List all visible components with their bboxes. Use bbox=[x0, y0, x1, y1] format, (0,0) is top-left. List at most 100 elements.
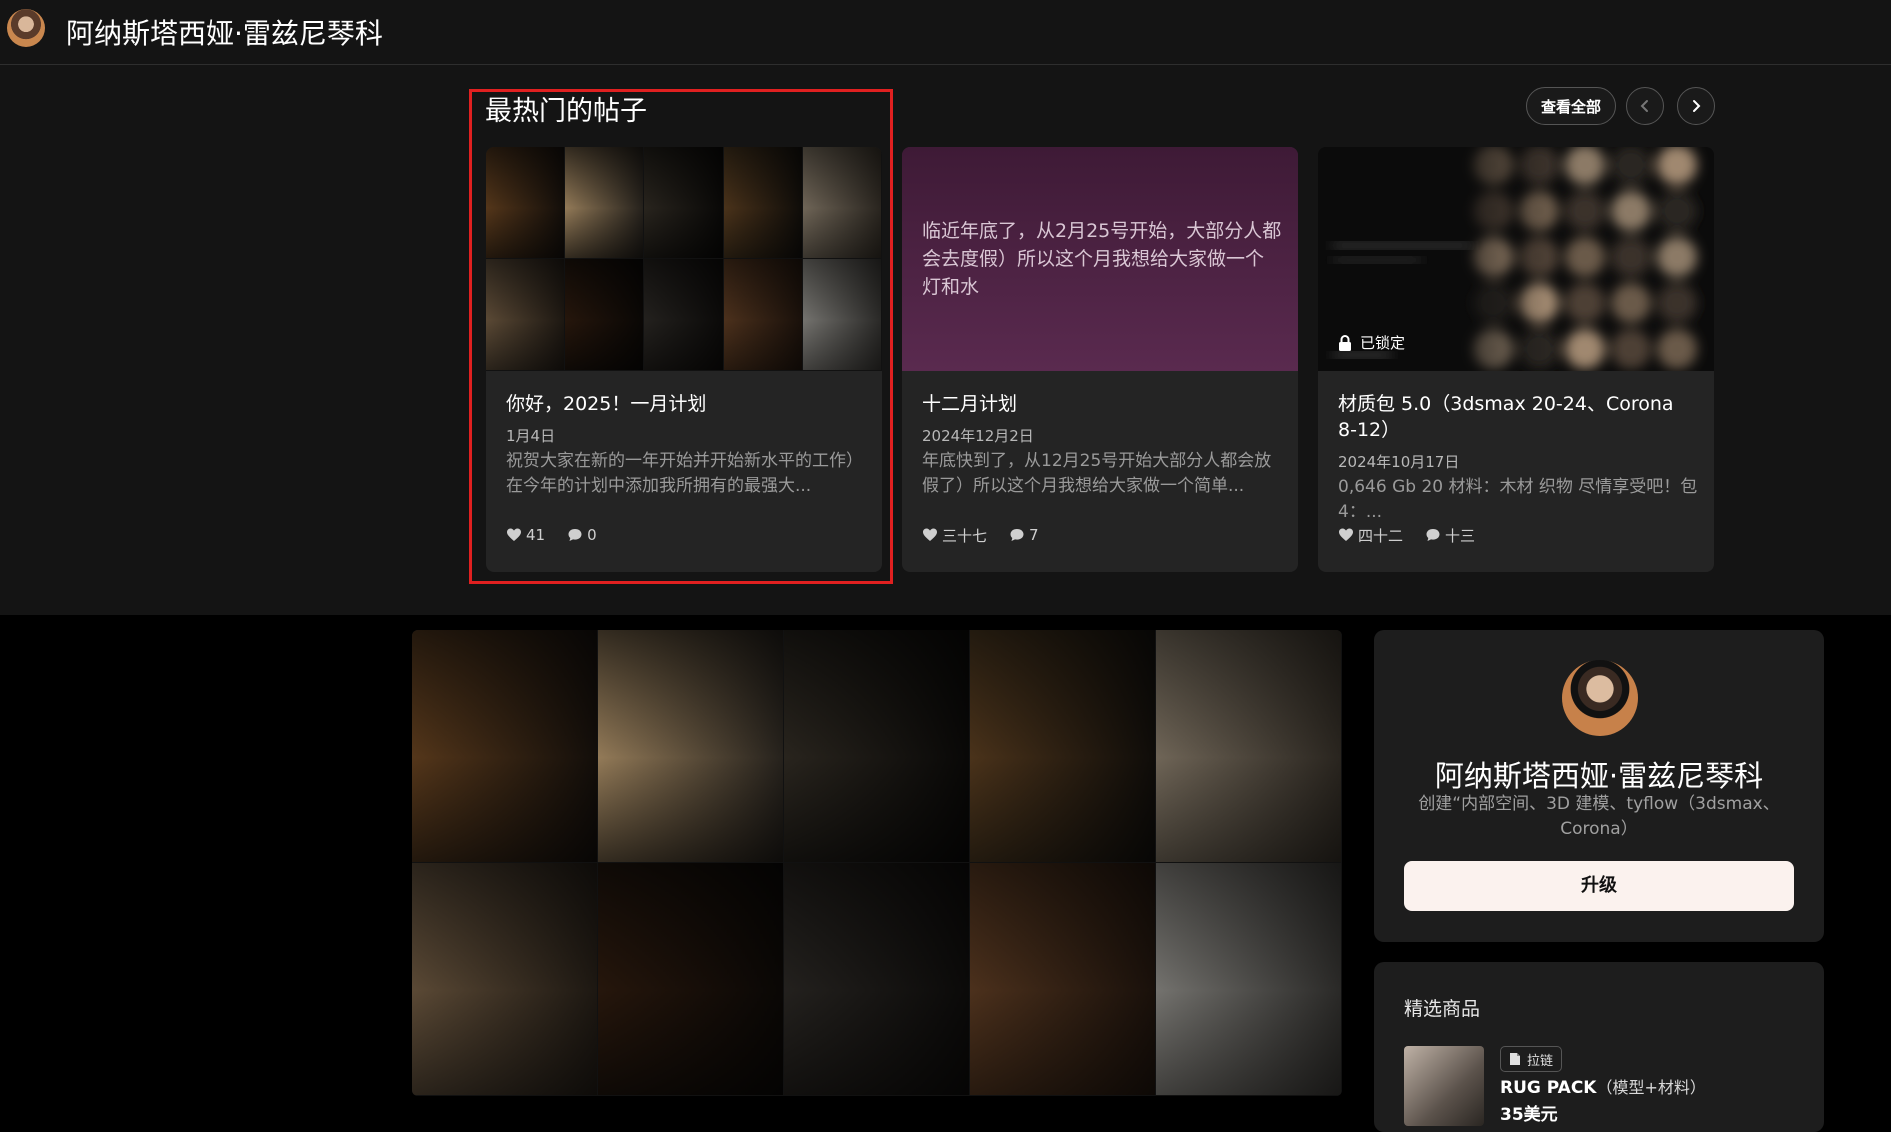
material-swatch bbox=[1611, 191, 1651, 231]
prev-button[interactable] bbox=[1626, 87, 1664, 125]
post-title[interactable]: 十二月计划 bbox=[922, 391, 1282, 417]
upgrade-button[interactable]: 升级 bbox=[1404, 861, 1794, 911]
creator-name[interactable]: 阿纳斯塔西娅·雷兹尼琴科 bbox=[66, 12, 383, 52]
post-stats: 四十二 十三 bbox=[1338, 525, 1497, 545]
featured-products-card: 精选商品 拉链 RUG PACK（模型+材料） 35美元 bbox=[1374, 962, 1824, 1132]
like-stat[interactable]: 41 bbox=[506, 526, 545, 544]
mosaic-tile bbox=[1156, 863, 1342, 1096]
mosaic-tile bbox=[412, 630, 598, 863]
post-excerpt: 年底快到了，从12月25号开始大部分人都会放假了）所以这个月我想给大家做一个简单… bbox=[922, 451, 1272, 496]
post-title[interactable]: 你好，2025！一月计划 bbox=[506, 391, 866, 417]
product-price: 35美元 bbox=[1500, 1105, 1558, 1125]
creator-profile-card: 阿纳斯塔西娅·雷兹尼琴科 创建“内部空间、3D 建模、tyflow（3dsmax… bbox=[1374, 630, 1824, 942]
lock-icon bbox=[1339, 334, 1351, 351]
material-swatch bbox=[1565, 191, 1605, 231]
profile-name[interactable]: 阿纳斯塔西娅·雷兹尼琴科 bbox=[1374, 753, 1824, 795]
locked-label: 已锁定 bbox=[1360, 334, 1406, 352]
post-stats: 三十七 7 bbox=[922, 525, 1061, 545]
comment-stat[interactable]: 7 bbox=[1009, 526, 1039, 544]
post-date: 2024年12月2日 bbox=[922, 427, 1034, 445]
mosaic-tile bbox=[644, 147, 724, 259]
material-swatch bbox=[1565, 329, 1605, 369]
product-name-main: RUG PACK bbox=[1500, 1078, 1597, 1098]
comment-stat[interactable]: 十三 bbox=[1425, 525, 1475, 546]
post-thumbnail: 临近年底了，从2月25号开始，大部分人都会去度假）所以这个月我想给大家做一个灯和… bbox=[902, 147, 1298, 371]
chevron-left-icon bbox=[1640, 100, 1648, 112]
creator-avatar-large[interactable] bbox=[1562, 660, 1638, 736]
like-stat[interactable]: 三十七 bbox=[922, 525, 987, 546]
section-title: 最热门的帖子 bbox=[485, 96, 647, 127]
comment-count: 7 bbox=[1029, 526, 1039, 544]
like-count: 三十七 bbox=[942, 526, 988, 545]
top-header: 阿纳斯塔西娅·雷兹尼琴科 bbox=[0, 0, 1891, 65]
featured-title: 精选商品 bbox=[1404, 998, 1481, 1020]
mosaic-tile bbox=[1156, 630, 1342, 863]
interior-mosaic-image bbox=[486, 147, 882, 371]
next-button[interactable] bbox=[1677, 87, 1715, 125]
product-type-label: 拉链 bbox=[1527, 1053, 1554, 1069]
product-thumbnail[interactable] bbox=[1404, 1046, 1484, 1126]
comment-icon bbox=[568, 529, 582, 541]
mosaic-tile bbox=[598, 863, 784, 1096]
mosaic-tile bbox=[486, 259, 566, 371]
mosaic-tile bbox=[565, 147, 645, 259]
material-swatch bbox=[1565, 237, 1605, 277]
post-card[interactable]: 你好，2025！一月计划 1月4日 祝贺大家在新的一年开始并开始新水平的工作）在… bbox=[486, 147, 882, 572]
comment-count: 0 bbox=[587, 526, 597, 544]
heart-icon bbox=[507, 528, 521, 541]
material-swatch bbox=[1657, 329, 1697, 369]
product-type-badge: 拉链 bbox=[1500, 1046, 1563, 1072]
chevron-right-icon bbox=[1693, 100, 1701, 112]
comment-count: 十三 bbox=[1445, 526, 1476, 545]
view-all-button[interactable]: 查看全部 bbox=[1526, 87, 1616, 125]
mosaic-tile bbox=[802, 147, 882, 259]
post-thumbnail bbox=[486, 147, 882, 371]
profile-description: 创建“内部空间、3D 建模、tyflow（3dsmax、Corona） bbox=[1418, 794, 1780, 839]
mosaic-tile bbox=[723, 147, 803, 259]
post-excerpt: 祝贺大家在新的一年开始并开始新水平的工作）在今年的计划中添加我所拥有的最强大..… bbox=[506, 451, 863, 496]
material-swatch bbox=[1565, 283, 1605, 323]
material-swatch bbox=[1657, 191, 1697, 231]
post-stats: 41 0 bbox=[506, 525, 619, 545]
material-swatch bbox=[1657, 237, 1697, 277]
material-swatch bbox=[1611, 237, 1651, 277]
locked-badge: 已锁定 bbox=[1338, 332, 1405, 353]
mosaic-tile bbox=[565, 259, 645, 371]
file-icon bbox=[1510, 1053, 1520, 1065]
post-date: 2024年10月17日 bbox=[1338, 453, 1460, 471]
featured-interior-gallery[interactable] bbox=[412, 630, 1342, 1096]
heart-icon bbox=[1339, 528, 1353, 541]
mosaic-tile bbox=[598, 630, 784, 863]
interior-mosaic-image bbox=[412, 630, 1342, 1096]
post-card[interactable]: 已锁定 材质包 5.0（3dsmax 20-24、Corona 8-12） 20… bbox=[1318, 147, 1714, 572]
material-swatch bbox=[1611, 329, 1651, 369]
comment-stat[interactable]: 0 bbox=[567, 526, 597, 544]
like-count: 四十二 bbox=[1358, 526, 1404, 545]
creator-avatar[interactable] bbox=[7, 9, 45, 47]
mosaic-tile bbox=[970, 630, 1156, 863]
post-excerpt: 0,646 Gb 20 材料：木材 织物 尽情享受吧！包 4：... bbox=[1338, 477, 1698, 522]
post-card[interactable]: 临近年底了，从2月25号开始，大部分人都会去度假）所以这个月我想给大家做一个灯和… bbox=[902, 147, 1298, 572]
mosaic-tile bbox=[412, 863, 598, 1096]
comment-icon bbox=[1426, 529, 1440, 541]
product-name[interactable]: RUG PACK（模型+材料） bbox=[1500, 1074, 1706, 1098]
mosaic-tile bbox=[486, 147, 566, 259]
mosaic-tile bbox=[802, 259, 882, 371]
mosaic-tile bbox=[644, 259, 724, 371]
post-thumbnail: 已锁定 bbox=[1318, 147, 1714, 371]
material-swatch bbox=[1657, 283, 1697, 323]
post-date: 1月4日 bbox=[506, 427, 556, 445]
mosaic-tile bbox=[723, 259, 803, 371]
mosaic-tile bbox=[784, 863, 970, 1096]
material-swatch bbox=[1611, 283, 1651, 323]
post-title[interactable]: 材质包 5.0（3dsmax 20-24、Corona 8-12） bbox=[1338, 391, 1698, 443]
mosaic-tile bbox=[970, 863, 1156, 1096]
product-name-suffix: （模型+材料） bbox=[1596, 1078, 1706, 1097]
mosaic-tile bbox=[784, 630, 970, 863]
popular-posts-section: 最热门的帖子 查看全部 你好，2025！一月计划 1月4日 祝贺大家在新的一年开… bbox=[0, 65, 1891, 615]
like-stat[interactable]: 四十二 bbox=[1338, 525, 1403, 546]
thumbnail-text: 临近年底了，从2月25号开始，大部分人都会去度假）所以这个月我想给大家做一个灯和… bbox=[922, 220, 1282, 298]
comment-icon bbox=[1010, 529, 1024, 541]
like-count: 41 bbox=[526, 526, 546, 544]
heart-icon bbox=[923, 528, 937, 541]
